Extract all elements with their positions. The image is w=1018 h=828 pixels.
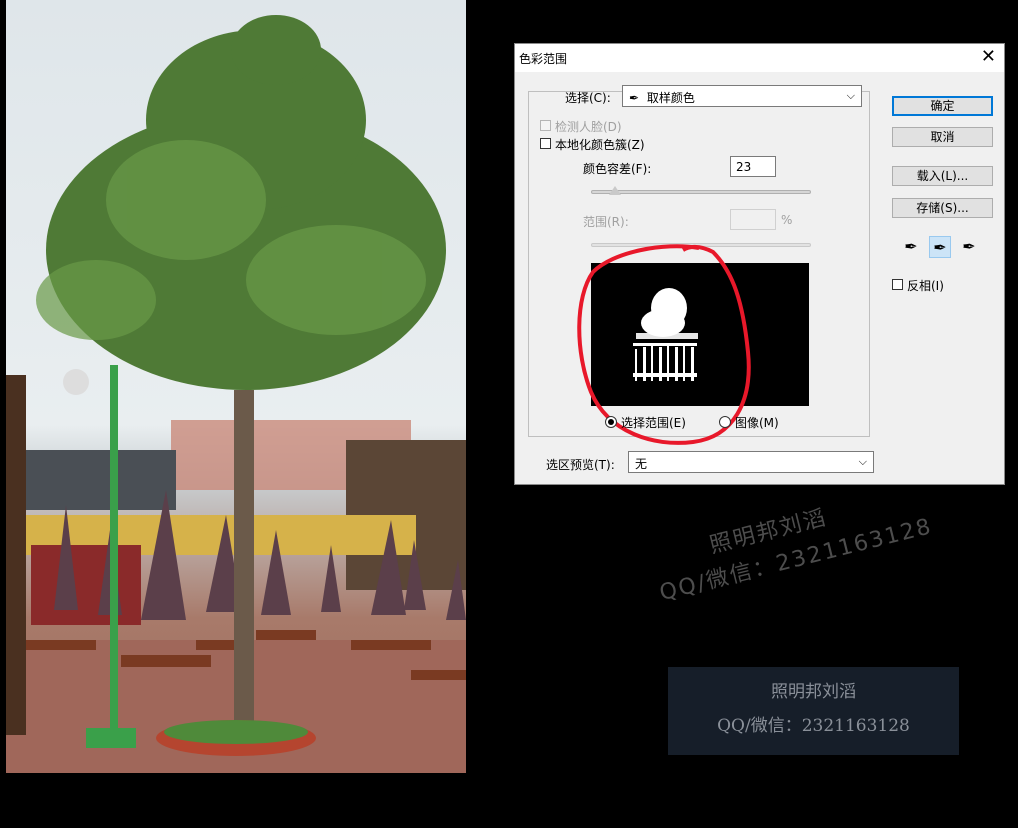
eyedropper-minus-icon[interactable]: ✒ [958,236,980,258]
close-icon[interactable]: ✕ [981,46,996,68]
chevron-down-icon: ⌵ [846,89,855,102]
color-range-dialog: 色彩范围 ✕ 选择(C): ✒ 取样颜色 ⌵ 检测人脸(D) 本地化颜色簇(Z)… [514,43,1005,485]
photo-canvas [6,0,466,773]
range-unit: % [781,213,793,227]
eyedropper-icon[interactable]: ✒ [900,236,922,258]
selection-preview-label: 选区预览(T): [546,458,615,472]
detect-faces-label: 检测人脸(D) [555,120,622,134]
fuzziness-slider-track[interactable] [591,190,811,194]
radio-selection-label: 选择范围(E) [621,416,686,430]
radio-image[interactable] [719,416,731,428]
radio-selection[interactable] [605,416,617,428]
fuzziness-slider-thumb[interactable] [609,186,621,195]
localized-clusters-label: 本地化颜色簇(Z) [555,138,645,152]
radio-image-label: 图像(M) [735,416,779,430]
fuzziness-label: 颜色容差(F): [583,162,652,176]
selection-preview-dropdown[interactable]: 无 ⌵ [628,451,874,473]
watermark-box-line1: 照明邦刘滔 [771,682,856,702]
dialog-titlebar: 色彩范围 ✕ [515,44,1004,72]
chevron-down-icon: ⌵ [858,455,867,468]
select-value: ✒ 取样颜色 [629,91,695,105]
fuzziness-input[interactable]: 23 [730,156,776,177]
detect-faces-checkbox[interactable] [540,120,551,131]
watermark-box: 照明邦刘滔 QQ/微信：2321163128 [668,667,959,755]
save-button[interactable]: 存储(S)... [892,198,993,218]
localized-clusters-checkbox[interactable] [540,138,551,149]
eyedropper-plus-icon[interactable]: ✒ [929,236,951,258]
watermark-box-line2: QQ/微信：2321163128 [717,716,910,736]
invert-checkbox[interactable] [892,279,903,290]
invert-label: 反相(I) [907,279,944,293]
range-input[interactable] [730,209,776,230]
select-label: 选择(C): [565,91,611,105]
dialog-title: 色彩范围 [519,52,568,66]
load-button[interactable]: 载入(L)... [892,166,993,186]
ok-button[interactable]: 确定 [892,96,993,116]
select-dropdown[interactable]: ✒ 取样颜色 ⌵ [622,85,862,107]
range-label: 范围(R): [583,215,629,229]
eyedropper-icon: ✒ [629,91,640,105]
cancel-button[interactable]: 取消 [892,127,993,147]
watermark-diagonal: 照明邦刘滔 QQ/微信：2321163128 [648,477,936,611]
